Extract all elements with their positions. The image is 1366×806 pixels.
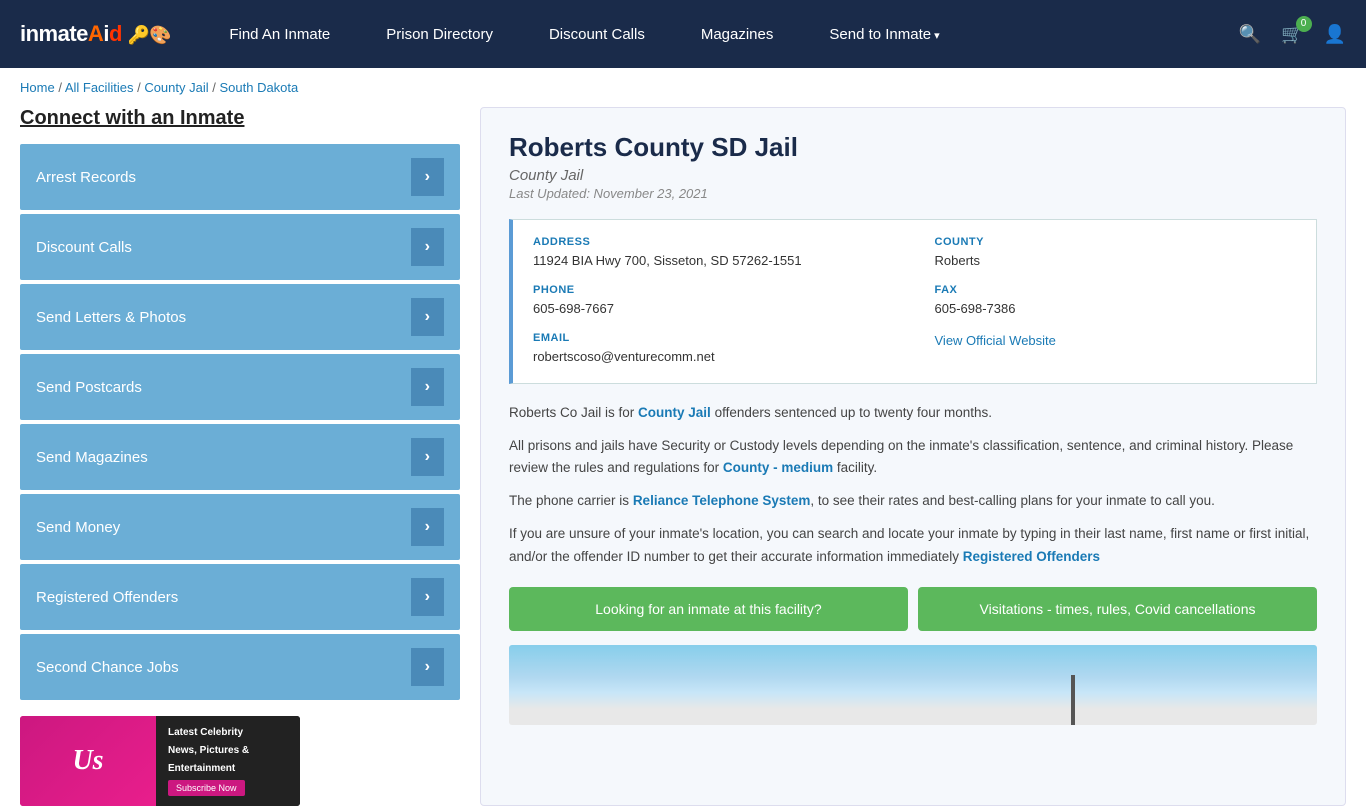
arrow-icon: › (411, 158, 444, 196)
phone-carrier-link[interactable]: Reliance Telephone System (633, 493, 811, 508)
main-nav: Find An Inmate Prison Directory Discount… (201, 4, 1238, 65)
photo-pole (1071, 675, 1075, 725)
phone-block: PHONE 605-698-7667 (533, 284, 895, 318)
breadcrumb-south-dakota[interactable]: South Dakota (219, 80, 298, 95)
phone-label: PHONE (533, 284, 895, 296)
sidebar-item-send-letters[interactable]: Send Letters & Photos › (20, 284, 460, 350)
sidebar-title: Connect with an Inmate (20, 107, 460, 130)
website-block: View Official Website (935, 332, 1297, 366)
logo[interactable]: inmateAid 🔑🎨 (20, 21, 171, 47)
site-header: inmateAid 🔑🎨 Find An Inmate Prison Direc… (0, 0, 1366, 68)
view-official-website-link[interactable]: View Official Website (935, 333, 1056, 348)
email-block: EMAIL robertscoso@venturecomm.net (533, 332, 895, 366)
cart-badge: 0 (1296, 16, 1312, 32)
nav-prison-directory[interactable]: Prison Directory (358, 4, 521, 65)
address-block: ADDRESS 11924 BIA Hwy 700, Sisseton, SD … (533, 236, 895, 270)
facility-title: Roberts County SD Jail (509, 132, 1317, 163)
sidebar-item-send-money[interactable]: Send Money › (20, 494, 460, 560)
search-icon[interactable]: 🔍 (1239, 24, 1261, 45)
county-jail-link[interactable]: County Jail (638, 405, 711, 420)
cart-icon[interactable]: 🛒 0 (1281, 24, 1303, 45)
address-label: ADDRESS (533, 236, 895, 248)
registered-offenders-link[interactable]: Registered Offenders (963, 549, 1100, 564)
breadcrumb: Home / All Facilities / County Jail / So… (0, 68, 1366, 107)
looking-for-inmate-button[interactable]: Looking for an inmate at this facility? (509, 587, 908, 631)
visitations-button[interactable]: Visitations - times, rules, Covid cancel… (918, 587, 1317, 631)
desc-p2: All prisons and jails have Security or C… (509, 435, 1317, 481)
sidebar-item-send-magazines[interactable]: Send Magazines › (20, 424, 460, 490)
facility-photo (509, 645, 1317, 725)
facility-type: County Jail (509, 167, 1317, 184)
ad-logo: Us (72, 745, 103, 777)
facility-info-box: ADDRESS 11924 BIA Hwy 700, Sisseton, SD … (509, 219, 1317, 384)
fax-block: FAX 605-698-7386 (935, 284, 1297, 318)
ad-line2: News, Pictures & (168, 744, 288, 758)
county-label: COUNTY (935, 236, 1297, 248)
phone-value: 605-698-7667 (533, 300, 895, 318)
sidebar-item-second-chance-jobs[interactable]: Second Chance Jobs › (20, 634, 460, 700)
arrow-icon: › (411, 298, 444, 336)
arrow-icon: › (411, 508, 444, 546)
breadcrumb-home[interactable]: Home (20, 80, 55, 95)
ad-subscribe-button[interactable]: Subscribe Now (168, 780, 245, 796)
sidebar-item-send-postcards[interactable]: Send Postcards › (20, 354, 460, 420)
county-value: Roberts (935, 252, 1297, 270)
ad-line1: Latest Celebrity (168, 726, 288, 740)
facility-content: Roberts County SD Jail County Jail Last … (480, 107, 1346, 806)
email-value: robertscoso@venturecomm.net (533, 348, 895, 366)
fax-value: 605-698-7386 (935, 300, 1297, 318)
nav-magazines[interactable]: Magazines (673, 4, 802, 65)
arrow-icon: › (411, 438, 444, 476)
desc-p4: If you are unsure of your inmate's locat… (509, 523, 1317, 569)
breadcrumb-county-jail[interactable]: County Jail (144, 80, 208, 95)
sidebar-item-discount-calls[interactable]: Discount Calls › (20, 214, 460, 280)
county-medium-link[interactable]: County - medium (723, 460, 833, 475)
county-block: COUNTY Roberts (935, 236, 1297, 270)
ad-line3: Entertainment (168, 762, 288, 776)
nav-find-inmate[interactable]: Find An Inmate (201, 4, 358, 65)
arrow-icon: › (411, 648, 444, 686)
main-container: Connect with an Inmate Arrest Records › … (0, 107, 1366, 806)
nav-send-to-inmate[interactable]: Send to Inmate (801, 4, 967, 65)
arrow-icon: › (411, 368, 444, 406)
fax-label: FAX (935, 284, 1297, 296)
sidebar-item-arrest-records[interactable]: Arrest Records › (20, 144, 460, 210)
arrow-icon: › (411, 578, 444, 616)
arrow-icon: › (411, 228, 444, 266)
desc-p1: Roberts Co Jail is for County Jail offen… (509, 402, 1317, 425)
email-label: EMAIL (533, 332, 895, 344)
desc-p3: The phone carrier is Reliance Telephone … (509, 490, 1317, 513)
breadcrumb-all-facilities[interactable]: All Facilities (65, 80, 134, 95)
sidebar-item-registered-offenders[interactable]: Registered Offenders › (20, 564, 460, 630)
action-buttons: Looking for an inmate at this facility? … (509, 587, 1317, 631)
nav-discount-calls[interactable]: Discount Calls (521, 4, 673, 65)
user-icon[interactable]: 👤 (1324, 24, 1346, 45)
facility-description: Roberts Co Jail is for County Jail offen… (509, 402, 1317, 570)
header-icons: 🔍 🛒 0 👤 (1239, 24, 1346, 45)
ad-banner[interactable]: Us Latest Celebrity News, Pictures & Ent… (20, 716, 300, 806)
sidebar: Connect with an Inmate Arrest Records › … (20, 107, 460, 806)
address-value: 11924 BIA Hwy 700, Sisseton, SD 57262-15… (533, 252, 895, 270)
sidebar-menu: Arrest Records › Discount Calls › Send L… (20, 144, 460, 700)
facility-updated: Last Updated: November 23, 2021 (509, 186, 1317, 201)
